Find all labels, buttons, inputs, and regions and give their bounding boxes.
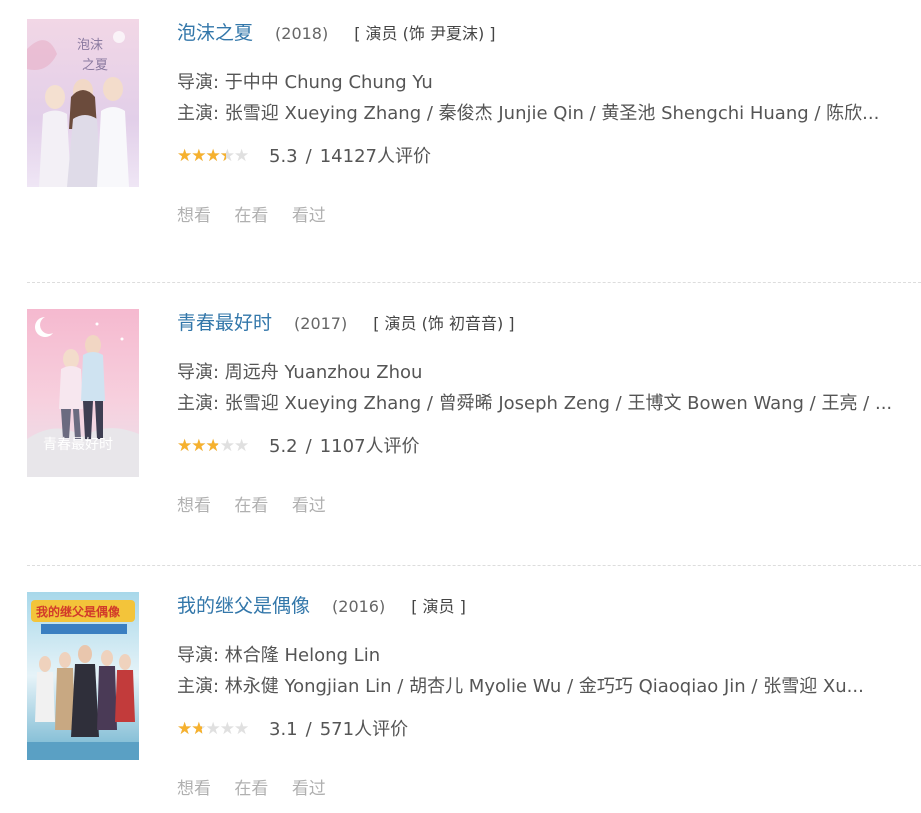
rating-votes: 571人评价 — [319, 719, 409, 740]
svg-text:之夏: 之夏 — [82, 58, 108, 73]
watching-button[interactable]: 在看 — [234, 496, 268, 516]
watched-button[interactable]: 看过 — [292, 779, 326, 799]
rating-score: 5.2 — [269, 436, 298, 457]
rating-row: ★★★★★ ★★★★★ 5.3 / 14127人评价 — [177, 143, 921, 171]
rating-score: 5.3 — [269, 146, 298, 167]
watched-button[interactable]: 看过 — [292, 496, 326, 516]
want-to-watch-button[interactable]: 想看 — [177, 206, 211, 226]
rating-votes: 14127人评价 — [319, 146, 431, 167]
watching-button[interactable]: 在看 — [234, 206, 268, 226]
subject-info: 青春最好时 (2017) [ 演员 (饰 初音音) ] 导演: 周远舟 Yuanzh… — [177, 309, 921, 516]
svg-text:泡沫: 泡沫 — [77, 38, 103, 53]
subject-list: 泡沫 之夏 泡沫之夏 (2018)[ 演员 (饰 尹夏沫) ] 导演: 于中中 C… — [0, 0, 921, 813]
cast-line: 主演: 林永健 Yongjian Lin / 胡杏儿 Myolie Wu / 金… — [177, 676, 864, 697]
watched-button[interactable]: 看过 — [292, 206, 326, 226]
star-icon: ★★★★★ — [177, 146, 226, 166]
poster-image[interactable]: 泡沫 之夏 — [27, 19, 139, 187]
title-row: 我的继父是偶像 (2016) [ 演员 ] — [177, 592, 921, 621]
subject-info: 我的继父是偶像 (2016) [ 演员 ] 导演: 林合隆 Helong Lin 主… — [177, 592, 921, 799]
director-line: 导演: 周远舟 Yuanzhou Zhou — [177, 362, 423, 383]
star-icon: ★★★★★ — [177, 719, 202, 739]
rating-separator: / — [305, 146, 312, 167]
movie-year: (2018) — [275, 24, 329, 43]
director-line: 导演: 林合隆 Helong Lin — [177, 645, 381, 666]
movie-title-link[interactable]: 青春最好时 — [177, 312, 272, 334]
star-rating: ★★★★★ ★★★★★ — [177, 436, 259, 456]
rating-row: ★★★★★ ★★★★★ 3.1 / 571人评价 — [177, 716, 921, 744]
star-rating: ★★★★★ ★★★★★ — [177, 146, 259, 166]
role-label: [ 演员 (饰 尹夏沫) ] — [354, 24, 496, 43]
action-links: 想看 在看 看过 — [177, 491, 921, 516]
star-rating: ★★★★★ ★★★★★ — [177, 719, 259, 739]
watching-button[interactable]: 在看 — [234, 779, 268, 799]
cast-line: 主演: 张雪迎 Xueying Zhang / 曾舜晞 Joseph Zeng … — [177, 393, 893, 414]
director-line: 导演: 于中中 Chung Chung Yu — [177, 72, 433, 93]
action-links: 想看 在看 看过 — [177, 774, 921, 799]
list-item: 青春最好时 青春最好时 (2017) [ 演员 (饰 初音音) ] 导演: 周远舟 … — [0, 283, 921, 566]
title-row: 青春最好时 (2017) [ 演员 (饰 初音音) ] — [177, 309, 921, 338]
rating-row: ★★★★★ ★★★★★ 5.2 / 1107人评价 — [177, 433, 921, 461]
star-icon: ★★★★★ — [177, 436, 218, 456]
title-row: 泡沫之夏 (2018) [ 演员 (饰 尹夏沫) ] — [177, 19, 921, 48]
poster-image[interactable]: 我的继父是偶像 — [27, 592, 139, 760]
movie-year: (2016) — [332, 597, 386, 616]
cast-line: 主演: 张雪迎 Xueying Zhang / 秦俊杰 Junjie Qin /… — [177, 103, 880, 124]
role-label: [ 演员 (饰 初音音) ] — [373, 314, 515, 333]
movie-title-link[interactable]: 泡沫之夏 — [177, 22, 253, 44]
movie-title-link[interactable]: 我的继父是偶像 — [177, 595, 310, 617]
role-label: [ 演员 ] — [411, 597, 466, 616]
subject-info: 泡沫之夏 (2018) [ 演员 (饰 尹夏沫) ] 导演: 于中中 Chung C… — [177, 19, 921, 226]
svg-text:我的继父是偶像: 我的继父是偶像 — [36, 604, 121, 619]
list-item: 我的继父是偶像 我的继父是偶像 (2016) [ 演员 ] 导演: 林合隆 Helo… — [0, 566, 921, 813]
rating-score: 3.1 — [269, 719, 298, 740]
rating-votes: 1107人评价 — [319, 436, 420, 457]
list-item: 泡沫 之夏 泡沫之夏 (2018)[ 演员 (饰 尹夏沫) ] 导演: 于中中 C… — [0, 0, 921, 283]
svg-text:青春最好时: 青春最好时 — [43, 437, 113, 453]
poster-image[interactable]: 青春最好时 — [27, 309, 139, 477]
want-to-watch-button[interactable]: 想看 — [177, 779, 211, 799]
rating-separator: / — [305, 719, 312, 740]
movie-year: (2017) — [294, 314, 348, 333]
action-links: 想看 在看 看过 — [177, 201, 921, 226]
want-to-watch-button[interactable]: 想看 — [177, 496, 211, 516]
rating-separator: / — [305, 436, 312, 457]
